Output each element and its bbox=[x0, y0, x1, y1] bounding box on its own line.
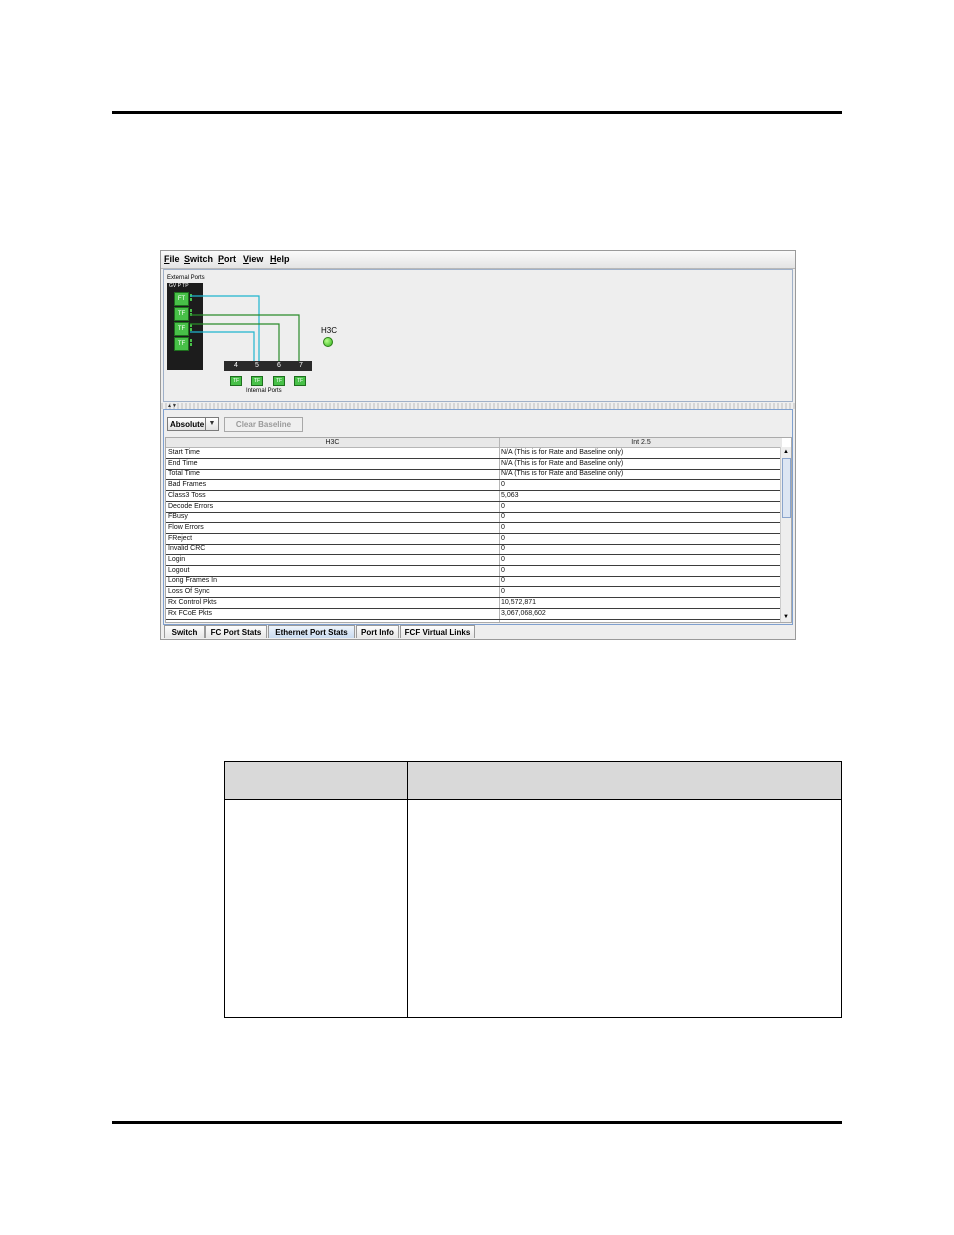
table-row[interactable]: FReject 0 bbox=[166, 534, 782, 545]
bottom-rule bbox=[112, 1121, 842, 1124]
stat-value: 0 bbox=[501, 556, 505, 563]
stat-value: 0 bbox=[501, 577, 505, 585]
stat-value: 0 bbox=[501, 523, 505, 531]
stat-name: Loss Of Sync bbox=[168, 588, 210, 596]
stat-name: Rx Control Pkts bbox=[168, 598, 217, 606]
tab-fcf-virtual-links[interactable]: FCF Virtual Links bbox=[400, 625, 475, 638]
column-header-right[interactable]: Int 2.5 bbox=[500, 438, 782, 448]
stat-name: Flow Errors bbox=[168, 523, 204, 531]
tab-ethernet-port-stats[interactable]: Ethernet Port Stats bbox=[268, 625, 355, 638]
scroll-up-icon[interactable]: ▲ bbox=[781, 447, 791, 457]
internal-port-number: 4 bbox=[234, 362, 238, 369]
internal-port-7[interactable]: TF bbox=[294, 376, 306, 386]
tab-bar: Switch FC Port Stats Ethernet Port Stats… bbox=[163, 625, 793, 639]
application-window: File Switch Port View Help External Port… bbox=[160, 250, 796, 640]
stat-value: N/A (This is for Rate and Baseline only) bbox=[501, 459, 624, 467]
table-row[interactable]: Rx FCoE Pkts 3,067,068,602 bbox=[166, 609, 782, 620]
column-header-left[interactable]: H3C bbox=[166, 438, 499, 448]
stat-name: Total Time bbox=[168, 470, 200, 478]
internal-ports-title: Internal Ports bbox=[246, 388, 282, 394]
wire-1 bbox=[190, 295, 260, 361]
description-table bbox=[224, 761, 842, 1018]
menu-port[interactable]: Port bbox=[218, 254, 236, 264]
stat-name: Invalid CRC bbox=[168, 545, 206, 553]
stat-name: Long Frames In bbox=[168, 577, 218, 585]
stat-value: 0 bbox=[501, 481, 505, 489]
internal-ports-strip: 4 5 6 7 bbox=[224, 361, 312, 371]
chevron-down-icon[interactable]: ▼ bbox=[205, 418, 218, 430]
description-table-column-divider bbox=[407, 762, 408, 1017]
table-row[interactable]: Rx Control Pkts 10,572,871 bbox=[166, 598, 782, 609]
table-row[interactable]: Invalid CRC 0 bbox=[166, 544, 782, 556]
scroll-thumb[interactable] bbox=[782, 458, 791, 518]
internal-port-4[interactable]: TF bbox=[230, 376, 242, 386]
stat-name: FBusy bbox=[168, 513, 188, 521]
menu-file[interactable]: File bbox=[164, 254, 180, 264]
tab-port-info[interactable]: Port Info bbox=[356, 625, 399, 638]
stat-value: 0 bbox=[501, 588, 505, 596]
stat-name: End Time bbox=[168, 459, 198, 467]
stats-mode-select[interactable]: Absolute ▼ bbox=[167, 417, 219, 431]
table-row[interactable]: End Time N/A (This is for Rate and Baseli… bbox=[166, 459, 782, 470]
port-connection-wires bbox=[190, 295, 300, 361]
port-stats-panel: Absolute ▼ Clear Baseline H3C Int 2.5 St… bbox=[163, 409, 793, 625]
internal-port-5[interactable]: TF bbox=[251, 376, 263, 386]
stat-name: Decode Errors bbox=[168, 502, 214, 510]
wire-2 bbox=[190, 314, 300, 361]
stat-name: Logout bbox=[168, 566, 190, 574]
stat-name: Bad Frames bbox=[168, 481, 207, 489]
top-rule bbox=[112, 111, 842, 114]
table-row[interactable]: Login 0 bbox=[166, 555, 782, 566]
stats-mode-value: Absolute bbox=[170, 420, 205, 429]
menu-switch[interactable]: Switch bbox=[184, 254, 213, 264]
table-row[interactable]: Decode Errors 0 bbox=[166, 502, 782, 513]
stat-name: Class3 Toss bbox=[168, 491, 206, 499]
internal-port-number: 5 bbox=[255, 362, 259, 369]
vertical-scrollbar[interactable]: ▲ ▼ bbox=[780, 447, 791, 622]
table-row[interactable]: FBusy 0 bbox=[166, 512, 782, 524]
internal-port-number: 6 bbox=[277, 362, 281, 369]
topology-panel: External Ports GV P TP FT TF TF TF 4 5 6… bbox=[163, 269, 793, 402]
menu-help[interactable]: Help bbox=[270, 254, 290, 264]
stat-value: 10,572,871 bbox=[501, 598, 537, 606]
stat-value: 5,063 bbox=[501, 491, 519, 499]
tab-fc-port-stats[interactable]: FC Port Stats bbox=[205, 625, 267, 638]
internal-port-number: 7 bbox=[299, 362, 303, 369]
stat-value: 0 bbox=[501, 534, 505, 542]
description-table-header bbox=[225, 762, 841, 800]
stat-name: Rx FCoE Pkts bbox=[168, 609, 212, 617]
switch-status-led-icon[interactable] bbox=[323, 337, 333, 347]
table-row[interactable]: Loss Of Sync 0 bbox=[166, 587, 782, 599]
table-row[interactable]: Logout 0 bbox=[166, 566, 782, 577]
stat-name: Login bbox=[168, 556, 186, 563]
stat-name: FReject bbox=[168, 534, 193, 542]
menu-view[interactable]: View bbox=[243, 254, 263, 264]
tab-switch[interactable]: Switch bbox=[164, 625, 205, 638]
table-row[interactable]: Bad Frames 0 bbox=[166, 480, 782, 492]
stat-name: Start Time bbox=[168, 449, 200, 456]
stats-table: H3C Int 2.5 Start Time N/A (This is for R… bbox=[165, 437, 792, 623]
stat-value: 3,067,068,602 bbox=[501, 609, 546, 617]
scroll-down-icon[interactable]: ▼ bbox=[781, 612, 791, 622]
wire-4 bbox=[190, 331, 255, 361]
table-row[interactable]: Total Time N/A (This is for Rate and Base… bbox=[166, 469, 782, 481]
table-row[interactable]: Start Time N/A (This is for Rate and Base… bbox=[166, 448, 782, 459]
table-row[interactable]: Class3 Toss 5,063 bbox=[166, 491, 782, 502]
wire-3 bbox=[190, 323, 280, 361]
clear-baseline-button[interactable]: Clear Baseline bbox=[224, 417, 303, 432]
internal-port-6[interactable]: TF bbox=[273, 376, 285, 386]
stat-value: 0 bbox=[501, 566, 505, 574]
table-row[interactable]: Long Frames In 0 bbox=[166, 576, 782, 588]
stat-value: 0 bbox=[501, 502, 505, 510]
stat-value: 0 bbox=[501, 545, 505, 553]
table-row[interactable]: Flow Errors 0 bbox=[166, 523, 782, 534]
stat-value: N/A (This is for Rate and Baseline only) bbox=[501, 449, 624, 456]
menu-bar: File Switch Port View Help bbox=[161, 251, 795, 269]
switch-node-label: H3C bbox=[321, 326, 338, 335]
stat-value: N/A (This is for Rate and Baseline only) bbox=[501, 470, 624, 478]
stat-value: 0 bbox=[501, 513, 505, 521]
